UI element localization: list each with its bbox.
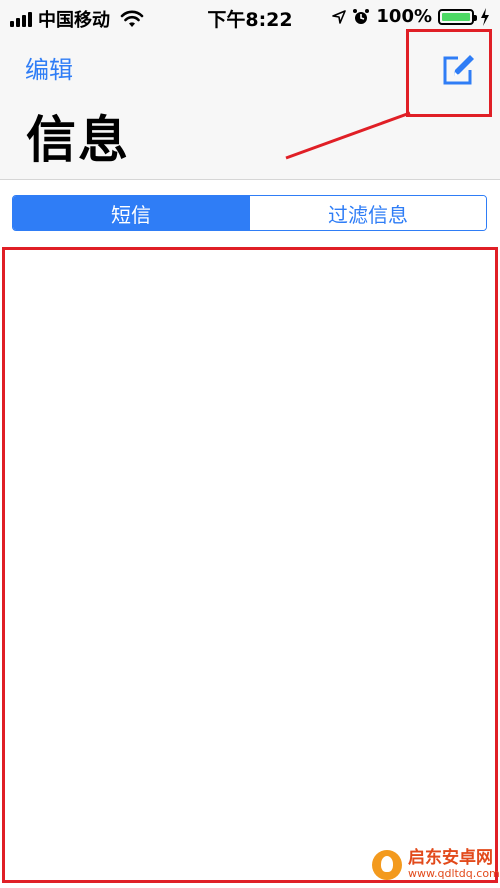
battery-fill	[442, 12, 470, 21]
battery-icon	[438, 8, 477, 25]
message-filter-segmented-control: 短信 过滤信息	[12, 195, 487, 231]
message-list-highlight-box	[2, 247, 498, 883]
tab-filtered-messages[interactable]: 过滤信息	[249, 196, 486, 230]
watermark-logo-icon	[372, 850, 402, 880]
tab-messages[interactable]: 短信	[13, 196, 249, 230]
page-title: 信息	[26, 111, 130, 169]
charging-bolt-icon	[481, 7, 489, 26]
battery-percent: 100%	[376, 6, 432, 27]
edit-button[interactable]: 编辑	[25, 50, 73, 85]
status-right: 100%	[332, 6, 490, 27]
watermark-url: www.qdltdq.com	[408, 867, 500, 881]
compose-highlight-box	[406, 29, 492, 117]
watermark: 启东安卓网 www.qdltdq.com	[372, 848, 500, 881]
alarm-clock-icon	[353, 8, 370, 24]
watermark-title: 启东安卓网	[408, 848, 493, 869]
location-arrow-icon	[332, 9, 347, 24]
